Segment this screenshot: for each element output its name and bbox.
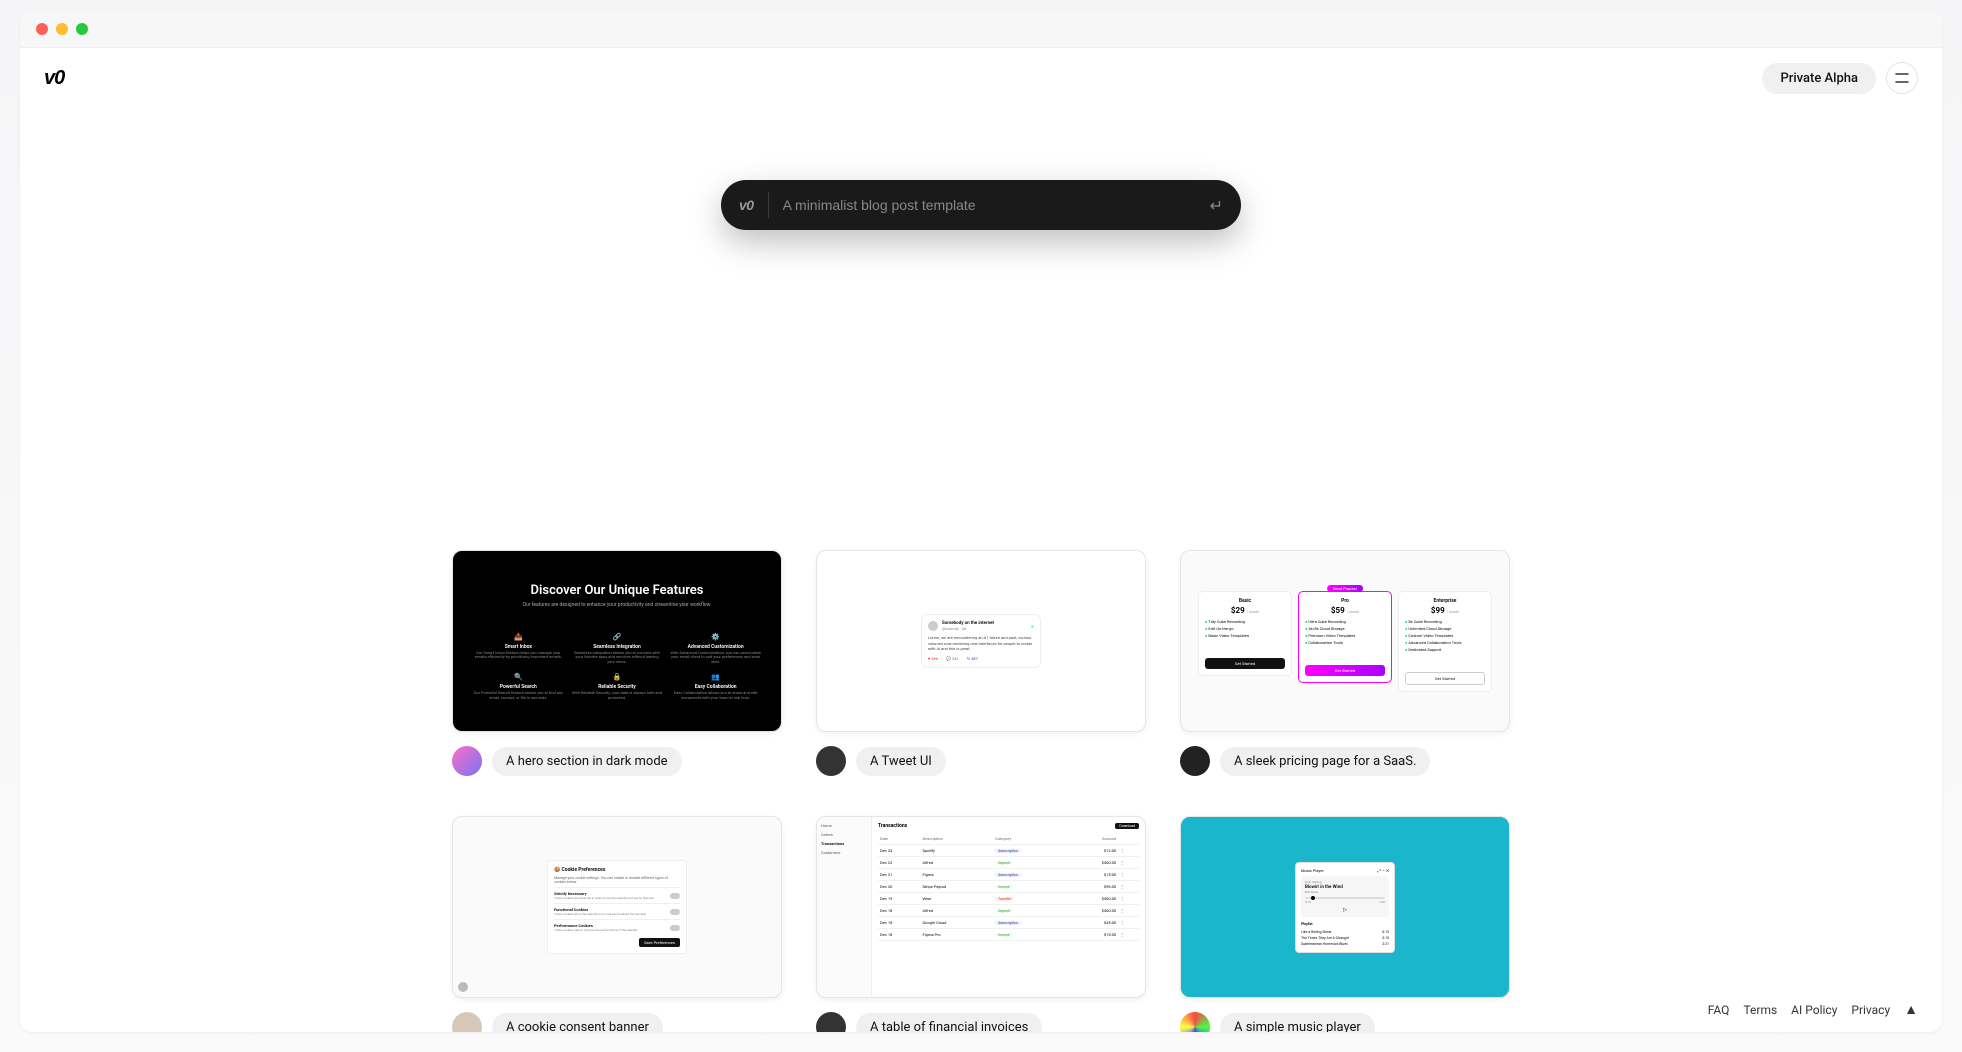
minimize-window-icon[interactable] [56,23,68,35]
gallery-card[interactable]: Music Player⤢ — ✕ Now Playing Blowin' in… [1180,816,1510,1032]
avatar [816,1012,846,1032]
avatar [816,746,846,776]
gallery-card[interactable]: Discover Our Unique Features Our feature… [452,550,782,776]
gallery-card[interactable]: Somebody on the internet @nobody · 3h ✕ … [816,550,1146,776]
card-caption[interactable]: A sleek pricing page for a SaaS. [1220,747,1430,776]
prompt-logo-icon: v0 [739,197,754,213]
card-meta: A Tweet UI [816,746,1146,776]
gallery-card[interactable]: Home Orders Transactions Customers Trans… [816,816,1146,1032]
vercel-logo-icon[interactable]: ▲ [1904,1001,1918,1018]
card-caption[interactable]: A hero section in dark mode [492,747,682,776]
footer-link-privacy[interactable]: Privacy [1851,1003,1890,1017]
traffic-lights [36,23,88,35]
footer-link-terms[interactable]: Terms [1743,1003,1777,1017]
close-window-icon[interactable] [36,23,48,35]
maximize-window-icon[interactable] [76,23,88,35]
thumb-title: Discover Our Unique Features [531,583,704,598]
avatar [452,1012,482,1032]
prompt-input[interactable] [783,197,1196,213]
enter-icon[interactable]: ↵ [1210,196,1223,215]
thumb-subtitle: Our features are designed to enhance you… [523,602,712,609]
gallery: Discover Our Unique Features Our feature… [452,550,1510,1032]
titlebar [20,10,1942,48]
app-window: v0 Private Alpha v0 ↵ Discover Our Uniqu… [20,10,1942,1032]
card-caption[interactable]: A simple music player [1220,1013,1375,1033]
menu-button[interactable] [1886,62,1918,94]
card-caption[interactable]: A table of financial invoices [856,1013,1042,1033]
footer-link-ai-policy[interactable]: AI Policy [1791,1003,1837,1017]
card-meta: A cookie consent banner [452,1012,782,1032]
card-meta: A hero section in dark mode [452,746,782,776]
topbar: v0 Private Alpha [20,48,1942,108]
logo[interactable]: v0 [44,67,64,90]
alpha-badge: Private Alpha [1762,63,1876,94]
cookie-icon [458,982,468,992]
avatar [1180,746,1210,776]
avatar [452,746,482,776]
footer-link-faq[interactable]: FAQ [1708,1003,1730,1017]
avatar [1180,1012,1210,1032]
card-caption[interactable]: A cookie consent banner [492,1013,663,1033]
thumbnail-hero-dark[interactable]: Discover Our Unique Features Our feature… [452,550,782,732]
card-caption[interactable]: A Tweet UI [856,747,946,776]
card-meta: A sleek pricing page for a SaaS. [1180,746,1510,776]
gallery-card[interactable]: Basic $29 / month Tidy Cube RecordingEdi… [1180,550,1510,776]
topbar-right: Private Alpha [1762,62,1918,94]
thumbnail-music[interactable]: Music Player⤢ — ✕ Now Playing Blowin' in… [1180,816,1510,998]
thumbnail-pricing[interactable]: Basic $29 / month Tidy Cube RecordingEdi… [1180,550,1510,732]
card-meta: A simple music player [1180,1012,1510,1032]
thumb-features-grid: 📥Smart InboxOur Smart Inbox feature help… [473,633,761,701]
thumbnail-cookie[interactable]: 🍪 Cookie Preferences Manage your cookie … [452,816,782,998]
gallery-card[interactable]: 🍪 Cookie Preferences Manage your cookie … [452,816,782,1032]
prompt-divider [768,192,769,218]
thumbnail-table[interactable]: Home Orders Transactions Customers Trans… [816,816,1146,998]
card-meta: A table of financial invoices [816,1012,1146,1032]
menu-icon [1895,73,1909,83]
thumbnail-tweet[interactable]: Somebody on the internet @nobody · 3h ✕ … [816,550,1146,732]
footer: FAQ Terms AI Policy Privacy ▲ [1708,1001,1918,1018]
prompt-bar[interactable]: v0 ↵ [721,180,1241,230]
